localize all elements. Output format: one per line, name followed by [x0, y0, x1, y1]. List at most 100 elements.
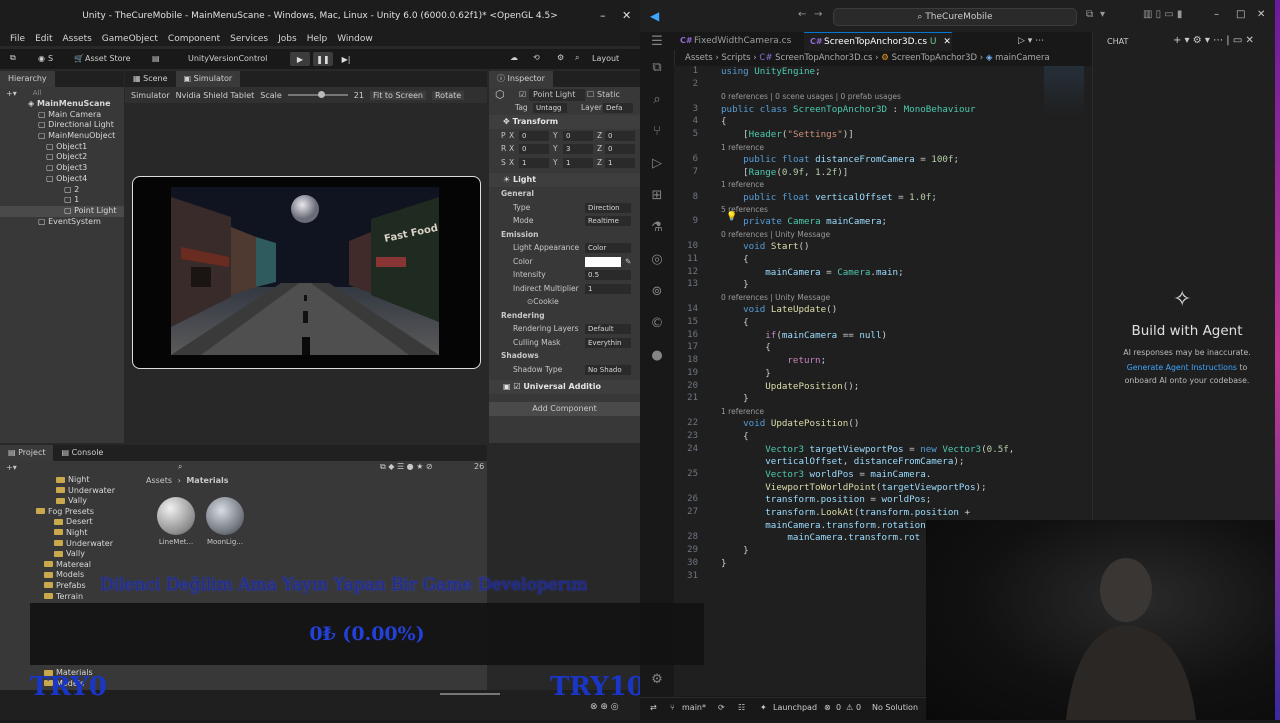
folder-item[interactable]: Night: [0, 475, 140, 486]
general-foldout[interactable]: General: [489, 187, 640, 201]
code-line[interactable]: mainCamera = Camera.main;: [721, 267, 903, 278]
rotation-y[interactable]: 3: [563, 144, 593, 154]
settings-icon[interactable]: ⚙: [557, 53, 564, 62]
folder-item[interactable]: Vally: [0, 496, 140, 507]
hierarchy-item-object3[interactable]: ▢ Object3: [0, 163, 124, 174]
layer-dropdown[interactable]: Defa: [603, 103, 633, 113]
hierarchy-item-object2[interactable]: ▢ Object2: [0, 152, 124, 163]
tab-inspector[interactable]: ⓘ Inspector: [489, 71, 553, 87]
close-icon[interactable]: ✕: [1257, 9, 1265, 20]
version-control-icon[interactable]: ▤: [152, 54, 160, 63]
testing-icon[interactable]: ⚗: [649, 220, 665, 236]
code-line[interactable]: {: [721, 317, 749, 328]
code-line[interactable]: {: [721, 254, 749, 265]
code-lens[interactable]: 0 references | Unity Message: [721, 230, 830, 239]
rotation-x[interactable]: 0: [519, 144, 549, 154]
universal-additional-header[interactable]: ▣ ☑ Universal Additio: [489, 380, 640, 394]
tab-fixed-width-camera[interactable]: C# FixedWidthCamera.cs: [674, 32, 822, 50]
code-line[interactable]: Vector3 targetViewportPos = new Vector3(…: [721, 444, 1014, 455]
shadows-foldout[interactable]: Shadows: [489, 349, 640, 363]
asset-item[interactable]: MoonLig...: [203, 497, 247, 546]
hierarchy-item-main-camera[interactable]: ▢ Main Camera: [0, 110, 124, 121]
code-lens[interactable]: 1 reference: [721, 143, 764, 152]
intensity-field[interactable]: 0.5: [585, 270, 631, 280]
scale-slider[interactable]: [287, 91, 348, 98]
breadcrumb-materials[interactable]: Materials: [186, 476, 228, 485]
launchpad-button[interactable]: Launchpad: [773, 703, 817, 712]
code-line[interactable]: void UpdatePosition(): [721, 418, 859, 429]
game-view[interactable]: Fast Food: [171, 187, 439, 355]
history-icon[interactable]: ⟲: [533, 53, 540, 62]
indirect-multiplier-field[interactable]: 1: [585, 283, 631, 294]
code-line[interactable]: transform.LookAt(transform.position +: [721, 507, 970, 518]
remote-icon[interactable]: ⊚: [649, 284, 665, 300]
light-appearance-dropdown[interactable]: Color: [585, 243, 631, 253]
menu-jobs[interactable]: Jobs: [278, 34, 297, 44]
code-line[interactable]: [Header("Settings")]: [721, 129, 854, 140]
pause-button[interactable]: ❚❚: [313, 52, 333, 66]
add-icon[interactable]: +▾: [6, 463, 17, 472]
light-type-dropdown[interactable]: Direction: [585, 202, 631, 213]
code-line[interactable]: }: [721, 558, 727, 569]
light-header[interactable]: ☀ Light: [489, 173, 640, 187]
close-tab-icon[interactable]: ✕: [943, 37, 951, 47]
code-line[interactable]: }: [721, 368, 771, 379]
explorer-icon[interactable]: ⧉: [649, 60, 665, 76]
breadcrumb-file[interactable]: ScreenTopAnchor3D.cs: [775, 53, 872, 63]
rendering-layers-dropdown[interactable]: Default: [585, 324, 631, 334]
warning-icon[interactable]: ⚠: [846, 703, 853, 712]
code-line[interactable]: {: [721, 342, 771, 353]
error-icon[interactable]: ⊗: [824, 703, 831, 712]
hierarchy-item-object4[interactable]: ▢ Object4: [0, 174, 124, 185]
layout-icons[interactable]: ▥ ▯ ▭ ▮: [1143, 9, 1182, 20]
tab-screen-top-anchor[interactable]: C# ScreenTopAnchor3D.cs U ✕: [804, 32, 952, 51]
code-line[interactable]: public float verticalOffset = 1.0f;: [721, 192, 937, 203]
account-button[interactable]: S: [48, 54, 53, 63]
version-control-dropdown[interactable]: UnityVersionControl: [188, 54, 267, 63]
remote-icon[interactable]: ⇄: [650, 703, 657, 712]
chat-icon[interactable]: ⧉: [1086, 9, 1093, 20]
active-checkbox[interactable]: ☑: [519, 90, 526, 99]
eyedropper-icon[interactable]: ✎: [625, 255, 631, 269]
close-icon[interactable]: ✕: [622, 0, 631, 32]
minimap[interactable]: [1044, 66, 1084, 116]
code-line[interactable]: return;: [721, 355, 826, 366]
hierarchy-item-scene[interactable]: ◈ MainMenuScane: [0, 99, 124, 110]
asset-store-button[interactable]: Asset Store: [85, 54, 131, 63]
extensions-icon[interactable]: ⊞: [649, 188, 665, 204]
git-graph-icon[interactable]: ◎: [649, 252, 665, 268]
forward-icon[interactable]: →: [814, 9, 822, 20]
folder-item[interactable]: Matereal: [0, 560, 140, 571]
code-line[interactable]: void LateUpdate(): [721, 304, 837, 315]
add-component-button[interactable]: Add Component: [489, 402, 640, 416]
code-line[interactable]: }: [721, 279, 749, 290]
search-icon[interactable]: ⌕: [575, 53, 579, 63]
shadow-type-dropdown[interactable]: No Shado: [585, 364, 631, 375]
folder-item[interactable]: Night: [0, 528, 140, 539]
run-icon[interactable]: ▷ ▾ ⋯: [1018, 36, 1044, 46]
position-x[interactable]: 0: [519, 130, 549, 141]
light-mode-dropdown[interactable]: Realtime: [585, 216, 631, 226]
icon-size-slider[interactable]: [440, 693, 500, 695]
object-name-field[interactable]: Point Light: [529, 89, 585, 101]
code-line[interactable]: verticalOffset, distanceFromCamera);: [721, 456, 964, 467]
color-swatch[interactable]: [585, 256, 621, 267]
add-icon[interactable]: +▾: [6, 89, 17, 98]
fit-to-screen-button[interactable]: Fit to Screen: [369, 90, 426, 100]
tab-project[interactable]: ▤ Project: [0, 445, 54, 461]
code-line[interactable]: Vector3 worldPos = mainCamera.: [721, 469, 931, 480]
code-line[interactable]: transform.position = worldPos;: [721, 494, 931, 505]
breadcrumb-assets[interactable]: Assets: [685, 53, 713, 63]
code-line[interactable]: public class ScreenTopAnchor3D : MonoBeh…: [721, 104, 976, 115]
filter-icon[interactable]: ⧉ ◆ ☰ ● ★ ⊘: [380, 462, 433, 472]
emission-foldout[interactable]: Emission: [489, 228, 640, 242]
breadcrumb-scripts[interactable]: Scripts: [721, 53, 750, 63]
code-line[interactable]: {: [721, 116, 727, 127]
scale-z[interactable]: 1: [605, 157, 635, 168]
culling-mask-dropdown[interactable]: Everythin: [585, 337, 631, 348]
code-lens[interactable]: 0 references | Unity Message: [721, 293, 830, 302]
device-dropdown[interactable]: Nvidia Shield Tablet: [176, 91, 255, 100]
stash-icon[interactable]: ☷: [738, 703, 745, 712]
rotation-z[interactable]: 0: [605, 144, 635, 154]
code-lens[interactable]: 0 references | 0 scene usages | 0 prefab…: [721, 92, 901, 101]
